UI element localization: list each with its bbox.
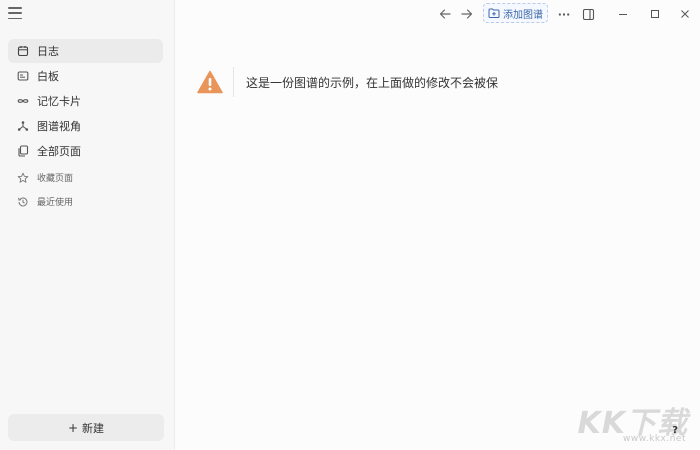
notice-divider <box>233 67 234 97</box>
sidebar-item-label: 收藏页面 <box>37 174 74 184</box>
add-graph-label: 添加图谱 <box>503 9 543 21</box>
sidebar-item-label: 日志 <box>37 45 59 58</box>
sidebar-item-journals[interactable]: 日志 <box>8 39 163 63</box>
notice-text: 这是一份图谱的示例，在上面做的修改不会被保 <box>246 75 499 90</box>
calendar-icon <box>17 45 29 57</box>
left-sidebar: 日志 白板 记忆卡片 图谱视角 全部页面 收藏页面 最近使用 + 新建 <box>0 0 175 450</box>
sidebar-item-recent[interactable]: 最近使用 <box>8 190 163 213</box>
sidebar-item-flashcards[interactable]: 记忆卡片 <box>8 89 163 113</box>
maximize-icon <box>651 10 659 18</box>
sidebar-item-label: 白板 <box>37 70 59 83</box>
close-window-button[interactable] <box>677 6 693 22</box>
hamburger-icon[interactable] <box>8 6 22 20</box>
infinity-icon <box>17 95 29 107</box>
help-button[interactable]: ? <box>672 425 678 436</box>
app-window: 日志 白板 记忆卡片 图谱视角 全部页面 收藏页面 最近使用 + 新建 添加图谱… <box>0 0 700 450</box>
sidebar-item-all-pages[interactable]: 全部页面 <box>8 139 163 163</box>
plus-icon: + <box>67 420 79 435</box>
forward-button[interactable] <box>459 6 475 22</box>
minimize-icon <box>619 14 627 15</box>
close-icon <box>681 10 689 18</box>
new-button-label: 新建 <box>82 421 105 435</box>
sidebar-item-graph-view[interactable]: 图谱视角 <box>8 114 163 138</box>
star-icon <box>17 172 29 184</box>
pages-icon <box>17 145 29 157</box>
arrow-right-icon <box>461 9 473 19</box>
sidebar-item-favorites[interactable]: 收藏页面 <box>8 166 163 189</box>
demo-graph-notice: 这是一份图谱的示例，在上面做的修改不会被保 <box>197 67 498 97</box>
sidebar-item-label: 最近使用 <box>37 198 74 208</box>
minimize-button[interactable] <box>615 6 631 22</box>
sidebar-item-label: 全部页面 <box>37 145 81 158</box>
add-graph-button[interactable]: 添加图谱 <box>483 3 548 23</box>
graph-icon <box>17 120 29 132</box>
folder-plus-icon <box>488 7 500 19</box>
sidebar-nav: 日志 白板 记忆卡片 图谱视角 全部页面 收藏页面 最近使用 <box>8 39 163 214</box>
toggle-right-sidebar-button[interactable] <box>580 6 596 22</box>
warning-icon <box>197 70 223 94</box>
sidebar-item-label: 图谱视角 <box>37 120 81 133</box>
sidebar-item-whiteboard[interactable]: 白板 <box>8 64 163 88</box>
back-button[interactable] <box>437 6 453 22</box>
more-options-button[interactable]: ··· <box>555 6 573 22</box>
maximize-button[interactable] <box>647 6 663 22</box>
sidebar-panel-icon <box>582 8 594 20</box>
sidebar-item-label: 记忆卡片 <box>37 95 81 108</box>
whiteboard-icon <box>17 70 29 82</box>
history-icon <box>17 196 29 208</box>
more-dots-icon: ··· <box>557 7 571 21</box>
arrow-left-icon <box>439 9 451 19</box>
watermark-logo: KK下载 www.kkx.net <box>574 398 694 446</box>
main-content: 添加图谱 ··· 这是一份图谱的示例，在上面做的修改不会被保 KK下载 www.… <box>175 0 700 450</box>
top-toolbar: 添加图谱 ··· <box>175 0 700 28</box>
new-page-button[interactable]: + 新建 <box>8 414 164 441</box>
